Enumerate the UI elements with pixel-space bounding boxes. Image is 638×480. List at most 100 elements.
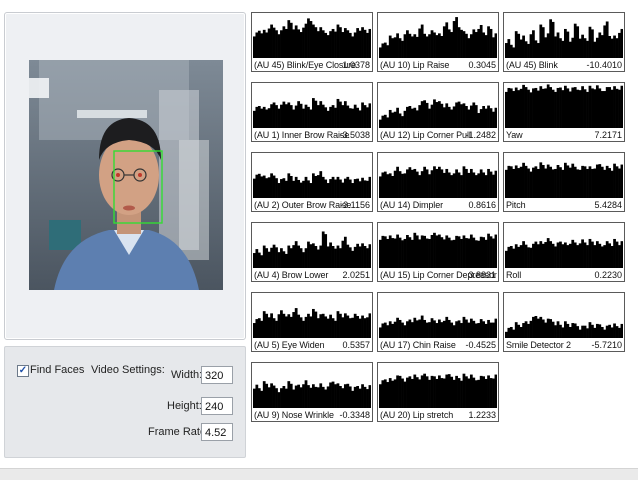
au-bar [299,248,303,268]
au-bar [289,316,293,338]
au-bar [406,30,409,58]
au-bar [351,390,355,408]
au-bar [527,323,530,338]
au-bar [257,252,261,268]
au-bar [489,378,493,408]
au-bar [255,174,259,198]
au-bar [536,244,540,268]
au-bar [321,313,325,338]
au-bar [578,90,582,128]
au-bar [472,237,476,268]
au-bar [487,233,490,268]
au-bar [262,175,266,198]
au-bar [595,164,599,198]
au-bar [469,34,473,58]
au-bar [297,101,301,128]
au-bar [618,89,621,128]
au-bar [383,322,387,338]
au-bar [576,326,580,338]
au-bar [356,243,360,268]
frame-rate-field[interactable]: 4.52 [201,423,233,441]
au-bar [401,378,404,408]
au-bar [474,32,478,58]
au-bar [430,30,434,58]
au-bar [546,238,550,268]
au-bar [277,108,281,128]
au-bar [598,32,602,58]
au-bar [361,243,364,268]
au-chart-label: (AU 17) Chin Raise [380,340,456,350]
au-bar [492,238,495,268]
au-bar [366,32,369,58]
au-bar [391,380,395,408]
au-bar [297,179,301,198]
au-bar [479,319,483,338]
au-bar [532,88,535,128]
width-field[interactable]: 320 [201,366,233,384]
au-bar [556,321,560,338]
au-bar [260,108,264,128]
au-bar [566,323,570,338]
au-bar [442,107,446,128]
au-bar [529,92,533,128]
au-bar [551,21,555,58]
au-bar [401,173,404,198]
au-bar [379,384,382,408]
au-bar [316,387,320,408]
au-bar [482,32,486,58]
au-bar [339,313,342,338]
au-bar [447,237,451,268]
au-chart-label: (AU 14) Dimpler [380,200,444,210]
au-bar [474,105,478,128]
find-faces-checkbox[interactable]: ✓ [17,365,29,377]
au-bar [598,88,602,128]
au-bar [477,113,481,128]
au-chart-plot [253,98,371,128]
settings-panel: ✓ Find Faces Video Settings: Width: 320 … [4,346,246,458]
height-field[interactable]: 240 [201,397,233,415]
au-bar [428,238,431,268]
au-bar [529,320,533,338]
au-bar [534,40,538,58]
au-bar [319,245,323,268]
au-bar [386,325,390,338]
au-bar [605,87,609,128]
au-bar [450,240,454,268]
au-bar [314,311,318,338]
au-bar [539,316,543,338]
au-bar [363,105,367,128]
au-bar [379,239,382,268]
au-chart-value: -3.5038 [339,130,370,140]
au-bar [593,41,597,58]
au-bar [568,91,572,128]
au-bar [445,374,449,408]
au-bar [603,91,607,128]
au-bar [413,107,417,128]
au-bar [442,239,446,268]
au-bar [559,87,562,128]
au-bar [527,168,530,198]
au-bar [591,324,594,338]
au-bar [573,323,577,338]
au-bar [410,36,414,58]
au-bar [280,104,283,128]
au-bar [554,168,557,198]
au-bar [571,37,575,58]
au-bar [368,28,371,58]
au-bar [324,234,328,268]
au-chart-plot [379,373,497,408]
au-bar [428,322,431,338]
au-bar [507,165,511,198]
au-bar [420,235,424,268]
au-chart-value: 0.8616 [468,200,496,210]
au-bar [265,32,269,58]
au-bar [277,314,281,338]
au-bar [447,374,451,408]
au-bar [408,376,412,408]
au-bar [324,107,328,128]
au-bar [388,35,392,58]
au-bar [346,244,350,268]
au-chart-label: Smile Detector 2 [506,340,571,350]
au-bar [415,235,419,268]
au-bar [618,32,621,58]
